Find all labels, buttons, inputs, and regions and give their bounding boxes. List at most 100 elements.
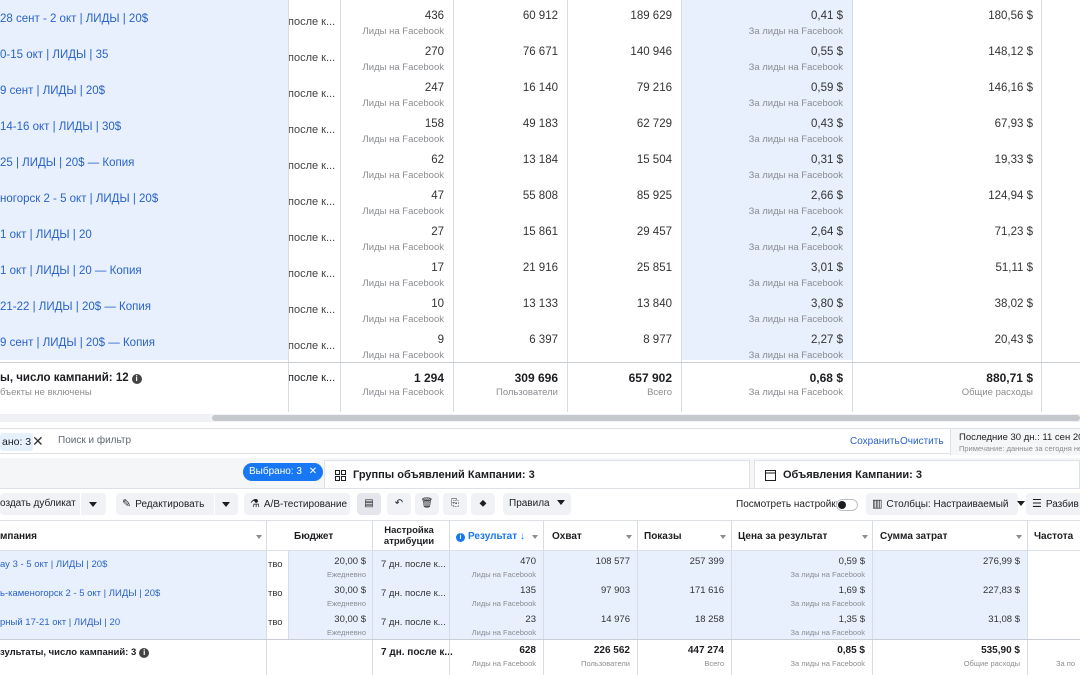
breakdown-button[interactable]: ☰ Разбив (1026, 493, 1080, 515)
trash-icon[interactable]: 🗑 (415, 493, 439, 515)
campaign-name-link[interactable]: ь-каменогорск 2 - 5 окт | ЛИДЫ | 20$ (0, 588, 160, 599)
close-icon[interactable]: ✕ (309, 466, 317, 477)
rules-button[interactable]: Правила (503, 493, 571, 515)
col-attribution[interactable]: Настройка атрибуции (376, 525, 442, 547)
impressions-value: 25 851 (636, 262, 672, 274)
table-row[interactable]: 14-16 окт | ЛИДЫ | 30$ после к... 158 Лиды … (0, 112, 1080, 148)
campaign-name-link[interactable]: 9 сент | ЛИДЫ | 20$ (0, 85, 105, 97)
undo-icon[interactable]: ↶ (387, 493, 411, 515)
table-row[interactable]: 28 сент - 2 окт | ЛИДЫ | 20$ после к... 43… (0, 4, 1080, 40)
cost_per_result-value: 3,01 $ (811, 262, 843, 274)
attribution-value: после к... (288, 304, 336, 316)
campaign-name-link[interactable]: рный 17-21 окт | ЛИДЫ | 20 (0, 617, 120, 628)
campaign-name-link[interactable]: ногорск 2 - 5 окт | ЛИДЫ | 20$ (0, 193, 158, 205)
budget-value: 30,00 $ (334, 614, 366, 625)
cost_per_result-sublabel: За лиды на Facebook (748, 350, 843, 361)
table-row[interactable]: ау 3 - 5 окт | ЛИДЫ | 20$ тво 7 дн. после … (0, 553, 1080, 582)
cost_per_result-sublabel: За лиды на Facebook (748, 98, 843, 109)
date-range-picker[interactable]: Последние 30 дн.: 11 сен 202 Примечание:… (950, 429, 1080, 455)
attribution-value: после к... (288, 340, 336, 352)
scrollbar-thumb[interactable] (212, 415, 1080, 421)
results-value: 27 (431, 226, 444, 238)
chevron-down-icon[interactable] (89, 502, 97, 507)
table-row[interactable]: 9 сент | ЛИДЫ | 20$ после к... 247 Лиды на … (0, 76, 1080, 112)
date-note: Примечание: данные за сегодня не (959, 444, 1080, 453)
col-reach[interactable]: Охват (552, 531, 582, 542)
campaign-name-link[interactable]: 28 сент - 2 окт | ЛИДЫ | 20$ (0, 13, 148, 25)
chevron-down-icon (557, 500, 566, 505)
table-row[interactable]: ь-каменогорск 2 - 5 окт | ЛИДЫ | 20$ тво 7… (0, 582, 1080, 611)
table-row[interactable]: рный 17-21 окт | ЛИДЫ | 20 тво 7 дн. после… (0, 611, 1080, 640)
cost-sublabel: За лиды на Facebook (790, 599, 865, 608)
impressions-value: 29 457 (636, 226, 672, 238)
clipboard-icon[interactable]: ▤ (357, 493, 381, 515)
col-cost-per-result[interactable]: Цена за результат (738, 531, 827, 542)
selected-count-pill[interactable]: Выбрано: 3 ✕ (243, 463, 324, 481)
results-value: 62 (431, 154, 444, 166)
spent-value: 227,83 $ (983, 585, 1020, 596)
grid-icon (335, 470, 346, 481)
cost_per_result-value: 0,55 $ (811, 46, 843, 58)
col-budget[interactable]: Бюджет (294, 531, 333, 542)
col-impressions[interactable]: Показы (644, 531, 682, 542)
campaign-name-link[interactable]: 1 окт | ЛИДЫ | 20 (0, 229, 92, 241)
results-sublabel: Лиды на Facebook (362, 278, 444, 289)
table-row[interactable]: 21-22 | ЛИДЫ | 20$ — Копия после к... 10 Ли… (0, 292, 1080, 328)
selected-filter-chip[interactable]: ано: 3 (0, 433, 34, 451)
spent-value: 51,11 $ (995, 262, 1033, 274)
col-spent[interactable]: Сумма затрат (880, 531, 948, 542)
totals-spent: 535,90 $ (981, 645, 1020, 656)
table-row[interactable]: 0-15 окт | ЛИДЫ | 35 после к... 270 Лиды на… (0, 40, 1080, 76)
results-value: 270 (424, 46, 444, 58)
horizontal-scrollbar[interactable] (0, 414, 1080, 422)
totals-cost-sublabel: За лиды на Facebook (790, 659, 865, 668)
columns-button[interactable]: ▥ Столбцы: Настраиваемый (866, 493, 1026, 515)
edit-button[interactable]: ✎ Редактировать (116, 493, 238, 515)
reach-value: 49 183 (522, 118, 558, 130)
table-row[interactable]: 1 окт | ЛИДЫ | 20 после к... 27 Лиды на Fac… (0, 220, 1080, 256)
preview-icon[interactable]: ⎘ (443, 493, 467, 515)
view-settings-toggle[interactable] (836, 499, 858, 511)
chevron-down-icon[interactable] (222, 502, 230, 507)
campaign-name-link[interactable]: ау 3 - 5 окт | ЛИДЫ | 20$ (0, 559, 107, 570)
budget-sublabel: Ежедневно (326, 628, 366, 637)
campaign-name-link[interactable]: 14-16 окт | ЛИДЫ | 30$ (0, 121, 121, 133)
table-row[interactable]: 1 окт | ЛИДЫ | 20 — Копия после к... 17 Лид… (0, 256, 1080, 292)
results-value: 436 (424, 10, 444, 22)
campaign-name-link[interactable]: 1 окт | ЛИДЫ | 20 — Копия (0, 265, 142, 277)
ab-test-button[interactable]: ⚗ A/B-тестирование (244, 493, 350, 515)
tag-icon[interactable]: ⬥ (471, 493, 495, 515)
close-icon[interactable]: ✕ (32, 432, 44, 450)
totals-impressions: 447 274 (687, 645, 724, 656)
table-row[interactable]: 25 | ЛИДЫ | 20$ — Копия после к... 62 Лиды … (0, 148, 1080, 184)
totals-sublabel: бъекты не включены (0, 387, 92, 398)
pencil-icon: ✎ (122, 498, 132, 510)
campaign-name-link[interactable]: 9 сент | ЛИДЫ | 20$ — Копия (0, 337, 155, 349)
campaign-name-link[interactable]: 25 | ЛИДЫ | 20$ — Копия (0, 157, 134, 169)
cost_per_result-sublabel: За лиды на Facebook (748, 242, 843, 253)
reach-value: 6 397 (529, 334, 558, 346)
columns-icon: ▥ (872, 498, 883, 510)
col-campaign[interactable]: мпания (0, 531, 37, 542)
campaign-name-link[interactable]: 0-15 окт | ЛИДЫ | 35 (0, 49, 108, 61)
reach-value: 15 861 (522, 226, 558, 238)
table-row[interactable]: 9 сент | ЛИДЫ | 20$ — Копия после к... 9 Ли… (0, 328, 1080, 364)
result-value: 23 (525, 614, 536, 625)
status-value: тво (268, 617, 283, 628)
date-range-label: Последние 30 дн.: 11 сен 202 (959, 432, 1080, 443)
col-frequency[interactable]: Частота (1034, 531, 1073, 542)
campaign-name-link[interactable]: 21-22 | ЛИДЫ | 20$ — Копия (0, 301, 151, 313)
table-row[interactable]: ногорск 2 - 5 окт | ЛИДЫ | 20$ после к...… (0, 184, 1080, 220)
cost_per_result-value: 2,66 $ (811, 190, 843, 202)
tab-adsets[interactable]: Группы объявлений Кампании: 3 (324, 460, 750, 488)
duplicate-button[interactable]: оздать дубликат (0, 493, 106, 515)
clear-filter-link[interactable]: Очистить (900, 436, 944, 447)
save-filter-link[interactable]: Сохранить (850, 436, 900, 447)
tab-ads[interactable]: Объявления Кампании: 3 (754, 460, 1080, 488)
cost-value: 0,59 $ (838, 556, 865, 567)
results-value: 158 (424, 118, 444, 130)
totals-impressions-sublabel: Всего (704, 659, 724, 668)
status-value: тво (268, 588, 283, 599)
search-input[interactable]: Поиск и фильтр (58, 435, 131, 446)
col-result[interactable]: i Результат ↓ (456, 531, 525, 542)
